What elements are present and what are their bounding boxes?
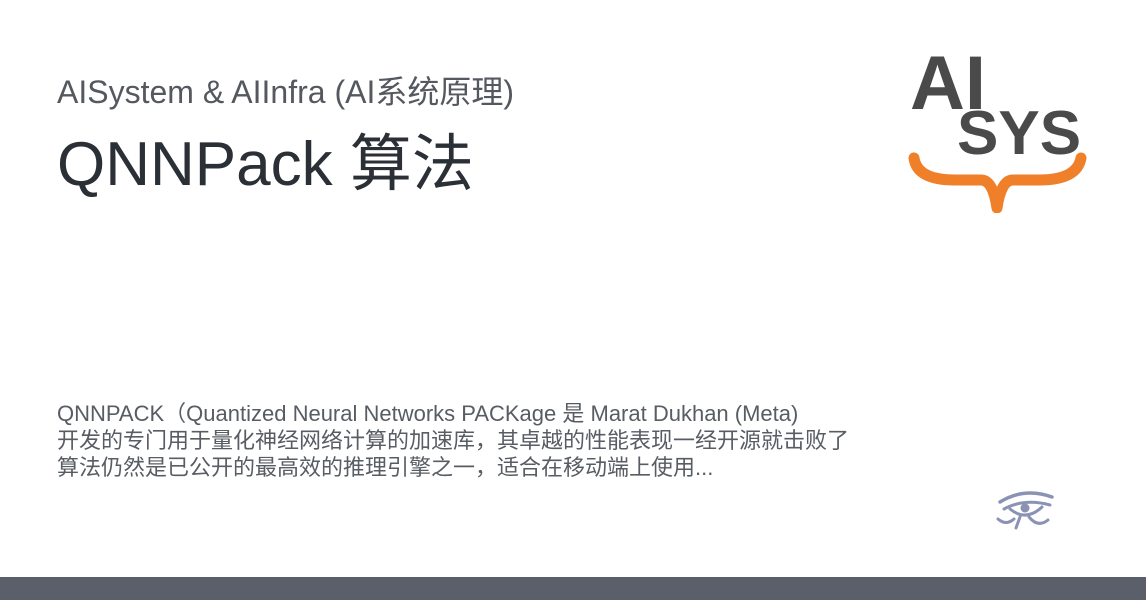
description-line: 算法仍然是已公开的最高效的推理引擎之一，适合在移动端上使用...	[57, 455, 714, 480]
page-title: QNNPack 算法	[57, 130, 474, 199]
description: QNNPACK（Quantized Neural Networks PACKag…	[57, 400, 847, 481]
aisys-logo: AI SYS	[908, 41, 1087, 213]
description-line: 开发的专门用于量化神经网络计算的加速库，其卓越的性能表现一经开源就击败了几乎全部…	[57, 428, 847, 453]
description-line: QNNPACK（Quantized Neural Networks PACKag…	[57, 401, 799, 426]
footer-bar	[0, 577, 1146, 600]
social-card: { "site": { "title": "AISystem & AIInfra…	[0, 0, 1146, 600]
eye-of-horus-icon	[996, 491, 1054, 530]
site-title: AISystem & AIInfra (AI系统原理)	[57, 74, 514, 110]
logo-sys-text: SYS	[957, 99, 1081, 168]
